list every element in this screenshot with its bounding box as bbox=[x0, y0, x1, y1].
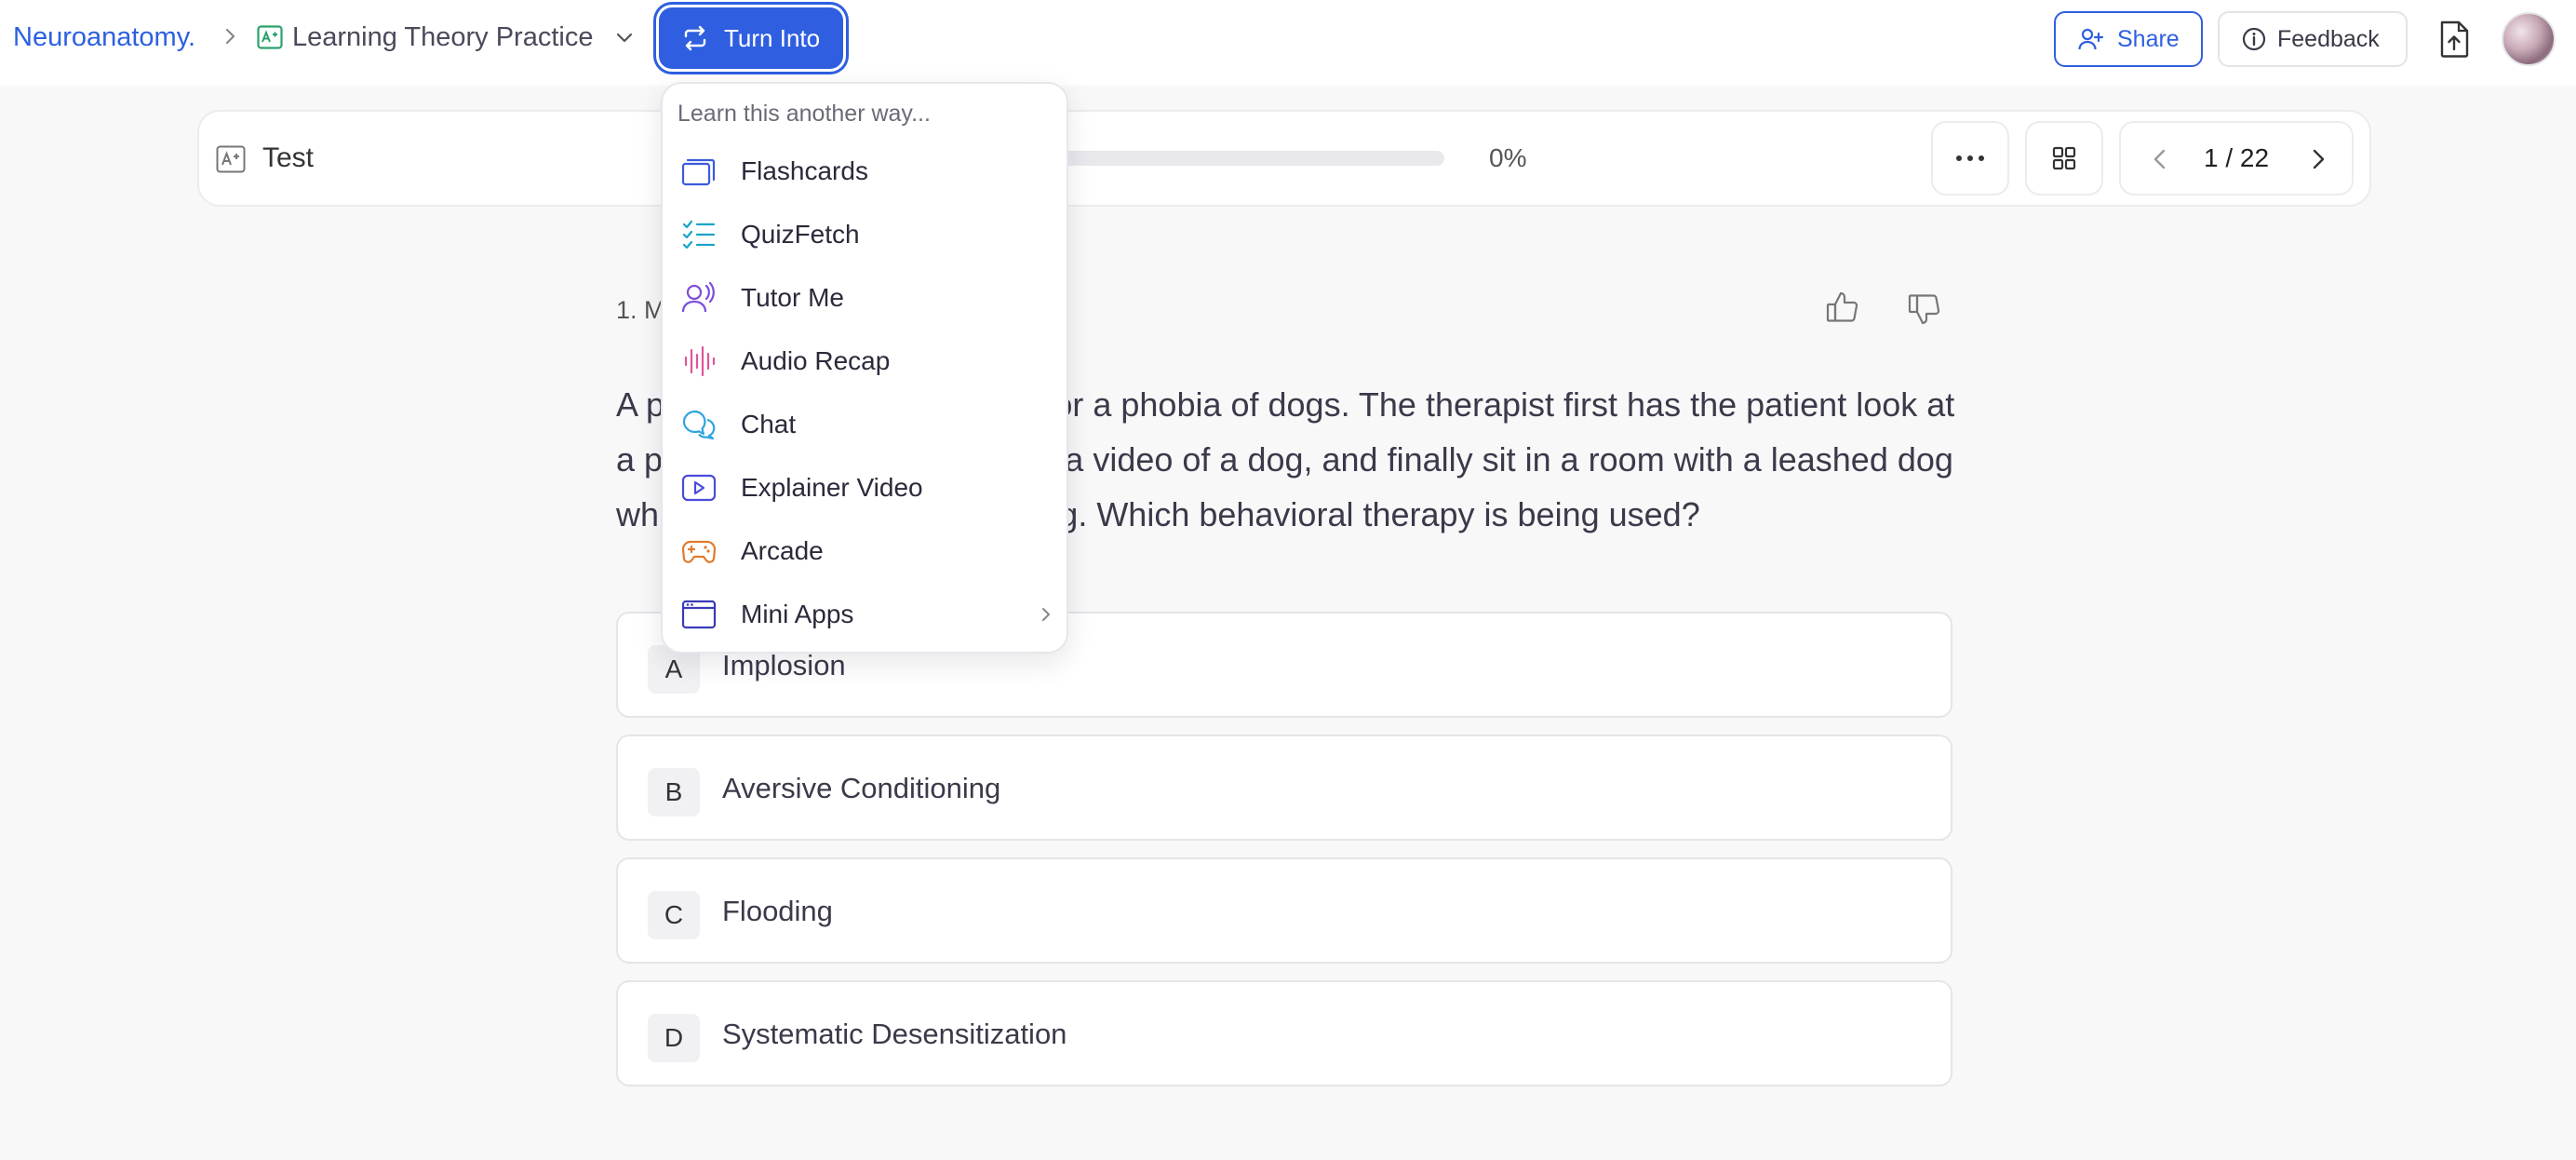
test-sheet-icon bbox=[257, 25, 283, 49]
menu-item-explainer-video[interactable]: Explainer Video bbox=[681, 460, 1053, 516]
progress-percent: 0% bbox=[1489, 143, 1527, 172]
share-label: Share bbox=[2117, 25, 2180, 52]
menu-hint: Learn this another way... bbox=[678, 101, 931, 127]
menu-item-label: Chat bbox=[741, 410, 797, 438]
gamepad-icon bbox=[681, 540, 717, 563]
flashcards-icon bbox=[681, 158, 716, 186]
more-horizontal-icon bbox=[1956, 155, 1984, 161]
option-text: Flooding bbox=[722, 895, 833, 927]
menu-item-quizfetch[interactable]: QuizFetch bbox=[681, 207, 1053, 263]
option-letter: D bbox=[648, 1014, 700, 1062]
menu-item-audio-recap[interactable]: Audio Recap bbox=[681, 333, 1053, 389]
turn-into-menu: Learn this another way... Flashcards Qui… bbox=[661, 82, 1068, 654]
avatar[interactable] bbox=[2502, 12, 2556, 66]
option-letter: B bbox=[648, 768, 700, 816]
option-letter: C bbox=[648, 891, 700, 939]
audio-wave-icon bbox=[684, 345, 716, 377]
chevron-right-icon bbox=[1042, 608, 1050, 621]
menu-item-label: QuizFetch bbox=[741, 220, 860, 249]
question-pager: 1 / 22 bbox=[2119, 121, 2354, 196]
grid-icon bbox=[2052, 146, 2076, 170]
test-sheet-icon bbox=[216, 145, 246, 173]
add-user-icon bbox=[2078, 28, 2104, 50]
video-play-icon bbox=[681, 474, 717, 502]
grid-view-button[interactable] bbox=[2025, 121, 2103, 196]
repeat-icon bbox=[684, 25, 706, 51]
answer-option-c[interactable]: C Flooding bbox=[616, 857, 1952, 964]
chevron-right-icon[interactable] bbox=[2307, 147, 2329, 171]
deck-title-dropdown[interactable]: Learning Theory Practice bbox=[292, 22, 593, 53]
turn-into-label: Turn Into bbox=[724, 23, 821, 52]
menu-item-mini-apps[interactable]: Mini Apps bbox=[681, 587, 1053, 642]
app-window-icon bbox=[681, 600, 717, 629]
export-file-icon[interactable] bbox=[2438, 20, 2470, 58]
menu-item-label: Tutor Me bbox=[741, 283, 844, 312]
question-number: 1. M bbox=[616, 296, 665, 324]
option-text: Systematic Desensitization bbox=[722, 1018, 1067, 1050]
answer-option-d[interactable]: D Systematic Desensitization bbox=[616, 980, 1952, 1086]
info-icon bbox=[2242, 27, 2266, 51]
breadcrumb-root-link[interactable]: Neuroanatomy. bbox=[13, 22, 195, 53]
turn-into-button[interactable]: Turn Into bbox=[659, 7, 843, 69]
more-options-button[interactable] bbox=[1931, 121, 2009, 196]
menu-item-label: Flashcards bbox=[741, 156, 868, 185]
answer-options: A Implosion B Aversive Conditioning C Fl… bbox=[616, 612, 1952, 1103]
chevron-right-icon bbox=[225, 28, 235, 45]
menu-item-label: Explainer Video bbox=[741, 473, 923, 502]
menu-item-flashcards[interactable]: Flashcards bbox=[681, 143, 1053, 199]
menu-item-label: Arcade bbox=[741, 536, 824, 565]
menu-item-arcade[interactable]: Arcade bbox=[681, 523, 1053, 579]
menu-item-chat[interactable]: Chat bbox=[681, 397, 1053, 452]
thumbs-down-icon[interactable] bbox=[1906, 290, 1943, 328]
chat-bubbles-icon bbox=[682, 410, 716, 440]
feedback-label: Feedback bbox=[2277, 25, 2380, 52]
checklist-icon bbox=[682, 220, 716, 250]
thumbs-up-icon[interactable] bbox=[1824, 289, 1861, 326]
menu-item-tutor-me[interactable]: Tutor Me bbox=[681, 270, 1053, 326]
test-mode-label: Test bbox=[262, 142, 315, 173]
option-text: Implosion bbox=[722, 649, 846, 681]
option-text: Aversive Conditioning bbox=[722, 772, 1001, 804]
feedback-button[interactable]: Feedback bbox=[2218, 11, 2408, 67]
menu-item-label: Mini Apps bbox=[741, 600, 854, 628]
chevron-down-icon[interactable] bbox=[614, 30, 635, 47]
share-button[interactable]: Share bbox=[2054, 11, 2203, 67]
tutor-voice-icon bbox=[681, 282, 715, 313]
progress-bar bbox=[1005, 151, 1444, 166]
menu-item-label: Audio Recap bbox=[741, 346, 891, 375]
answer-option-b[interactable]: B Aversive Conditioning bbox=[616, 735, 1952, 841]
